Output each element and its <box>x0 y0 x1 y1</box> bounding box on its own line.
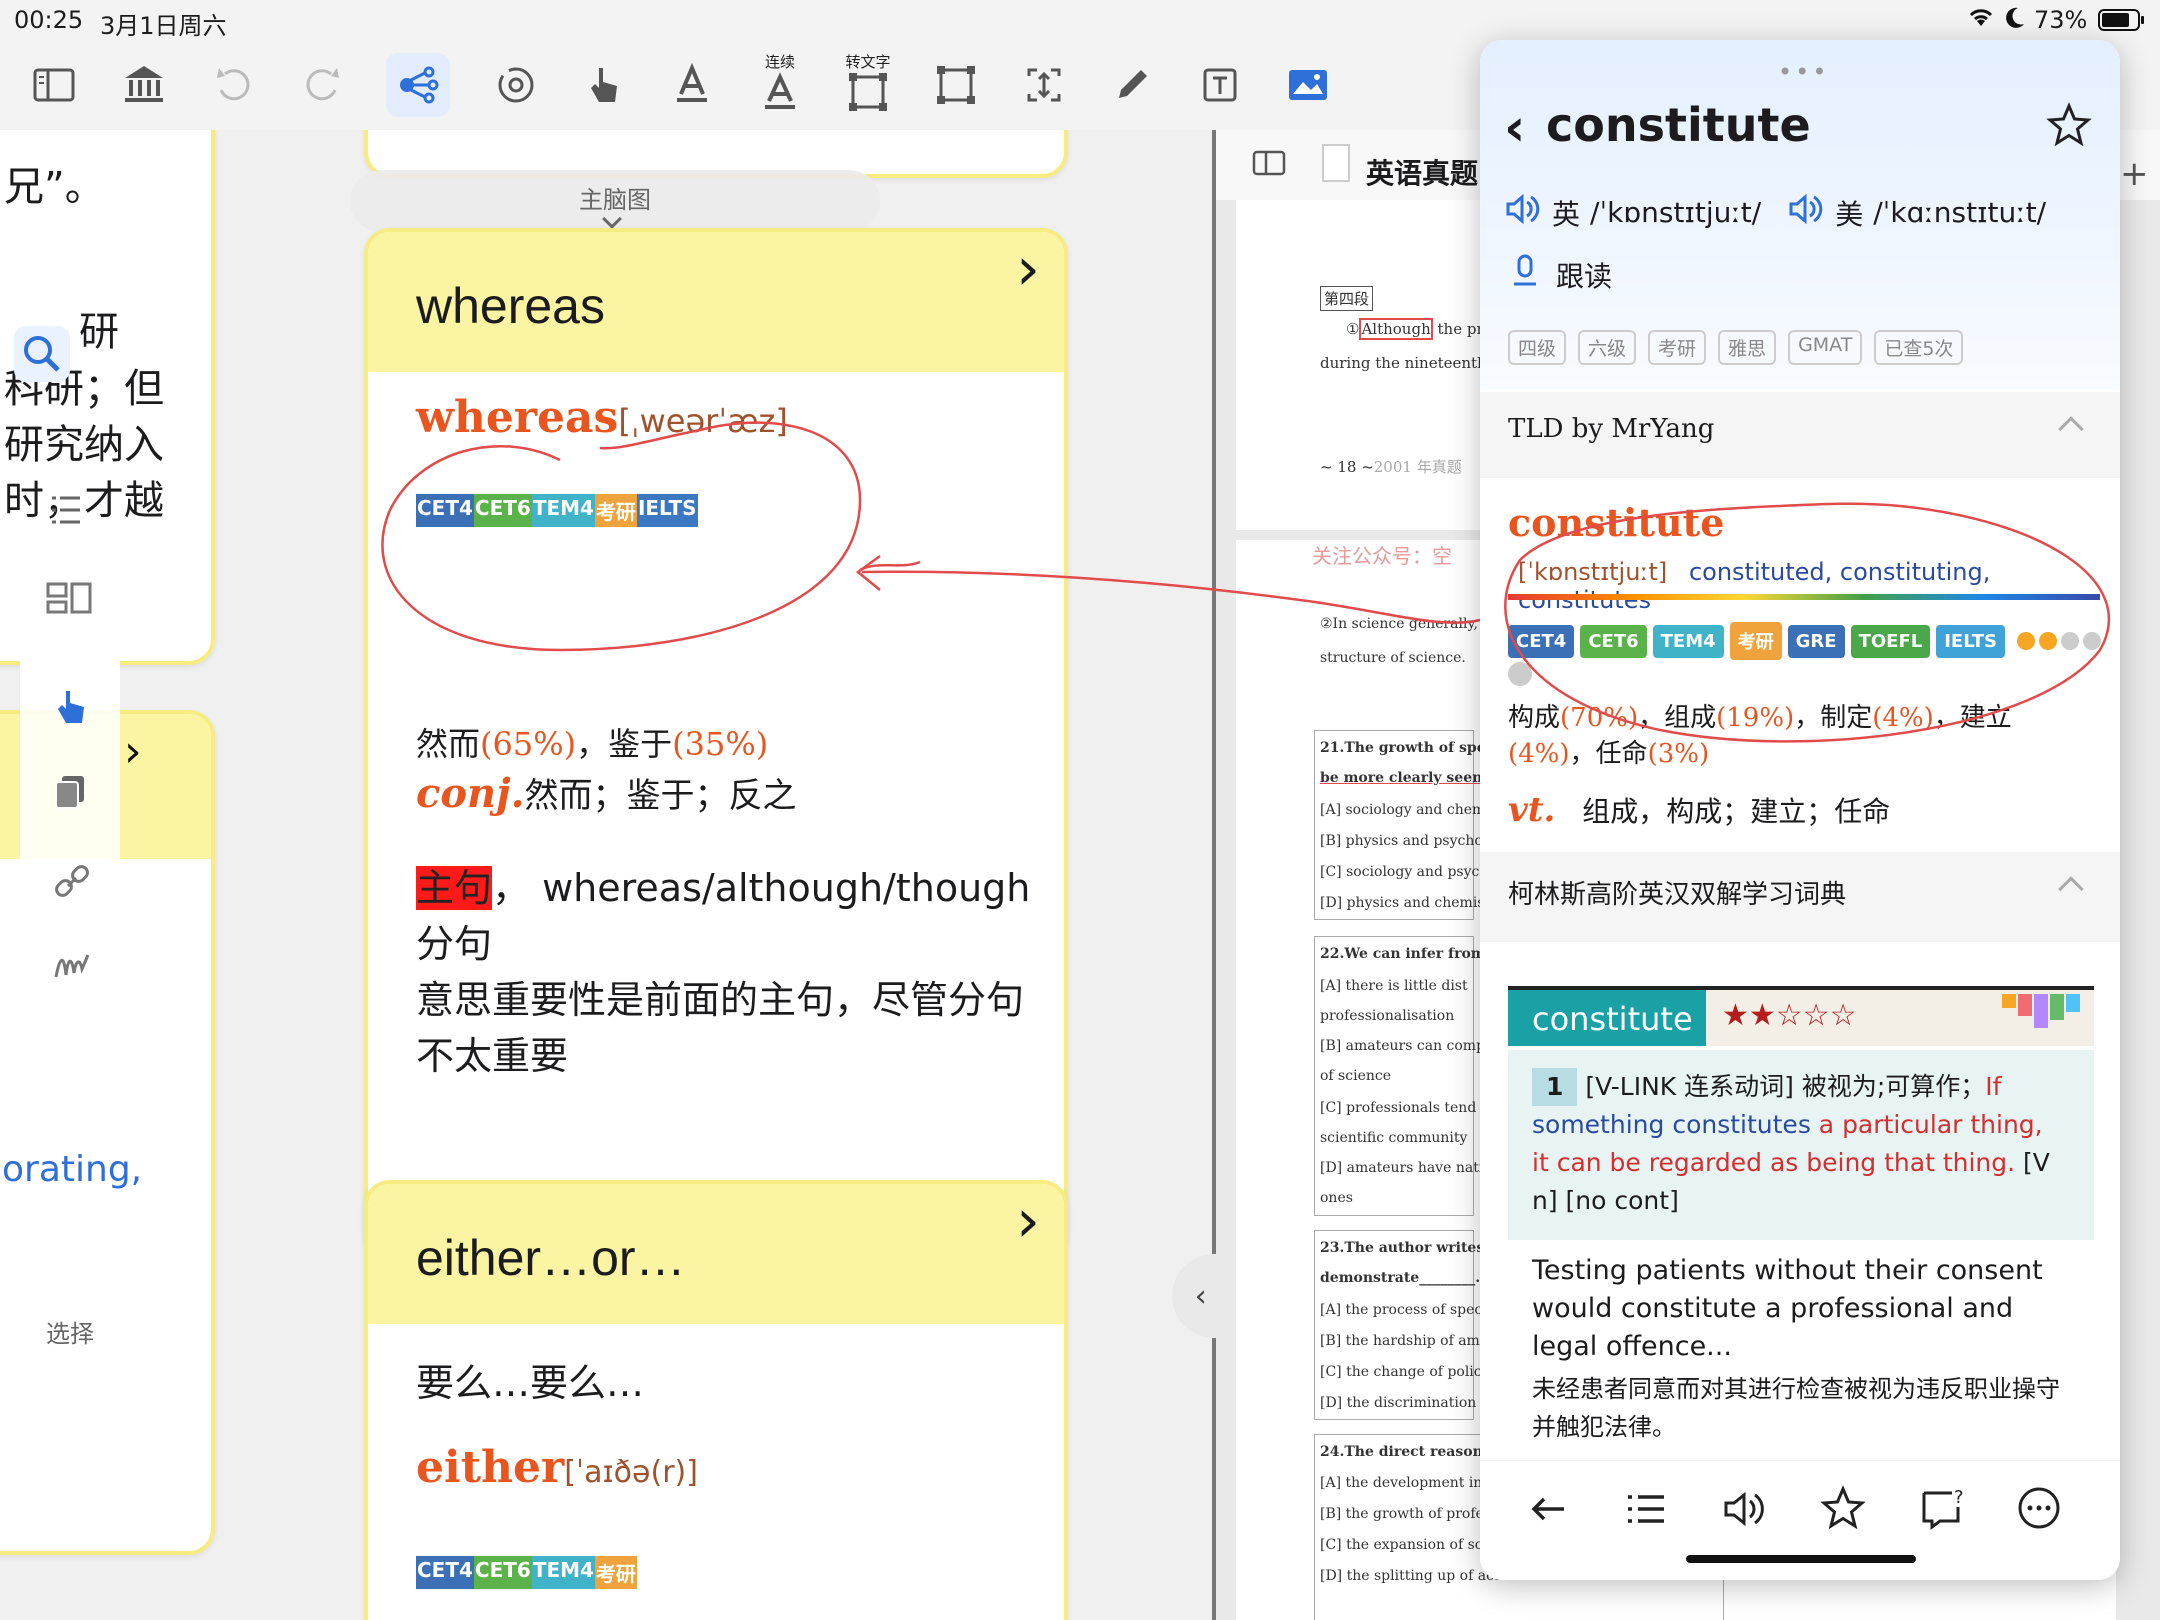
collins-example-en: Testing patients without their consent w… <box>1532 1255 2043 1362</box>
svg-text:?: ? <box>1954 1487 1964 1508</box>
more-icon[interactable] <box>2016 1485 2062 1535</box>
list-icon[interactable] <box>1624 1487 1668 1535</box>
color-blocks-icon <box>2002 994 2080 1028</box>
dict-bottom-bar: ? <box>1480 1460 2120 1580</box>
collins-sense: 1 [V-LINK 连系动词] 被视为;可算作；If something con… <box>1508 1050 2094 1240</box>
sense-number: 1 <box>1532 1068 1578 1106</box>
star-icon[interactable] <box>1820 1485 1866 1535</box>
dictionary-popover: ••• ‹ constitute 英 /ˈkɒnstɪtjuːt/ 美 /ˈkɑ… <box>1480 40 2120 1580</box>
collins-section-header[interactable]: 柯林斯高阶英汉双解学习词典 <box>1480 852 2120 942</box>
question-bubble-icon[interactable]: ? <box>1918 1485 1968 1535</box>
chevron-up-icon <box>2058 876 2084 902</box>
collins-stars-bar: ★★☆☆☆ <box>1706 990 2094 1046</box>
collins-stars: ★★☆☆☆ <box>1722 998 1857 1033</box>
home-indicator <box>1686 1555 1916 1563</box>
collins-word: constitute <box>1508 990 1706 1046</box>
collins-example-zh: 未经患者同意而对其进行检查被视为违反职业操守并触犯法律。 <box>1532 1375 2060 1441</box>
ink-annotation <box>1504 502 2111 743</box>
speaker-icon[interactable] <box>1722 1487 1766 1535</box>
back-arrow-icon[interactable] <box>1526 1487 1570 1535</box>
